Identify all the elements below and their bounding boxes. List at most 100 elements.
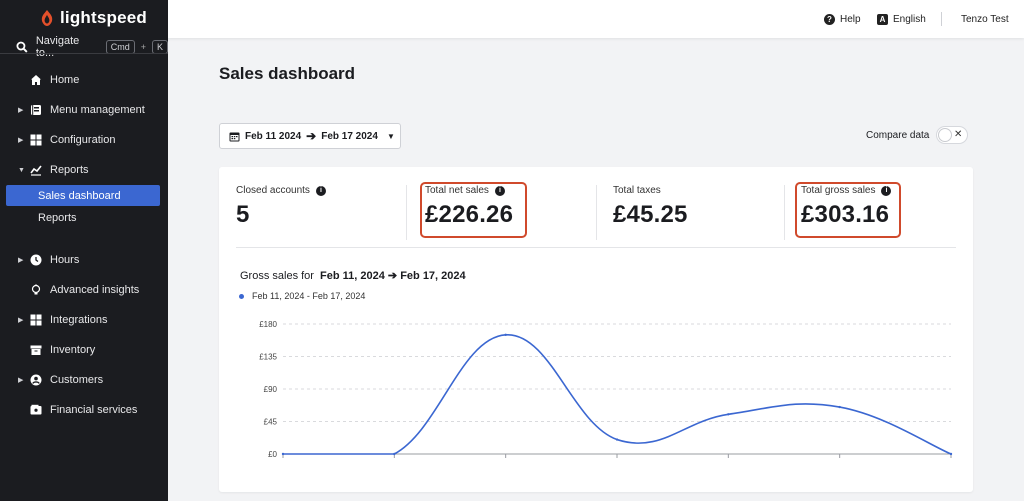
caret-right-icon: ▶ [18, 107, 24, 114]
sidebar-item-financial-services[interactable]: Financial services [0, 399, 168, 421]
caret-right-icon: ▶ [18, 377, 24, 384]
y-tick-label: £0 [268, 450, 277, 459]
language-button[interactable]: A English [877, 13, 926, 25]
metric-value: £303.16 [801, 201, 890, 228]
data-point[interactable] [281, 452, 285, 456]
data-point[interactable] [838, 405, 841, 409]
sidebar-item-hours[interactable]: ▶ Hours [0, 249, 168, 271]
sidebar-item-customers[interactable]: ▶ Customers [0, 369, 168, 391]
caret-right-icon: ▶ [18, 257, 24, 264]
metric-label-text: Total gross sales [801, 185, 876, 196]
navigate-search[interactable]: Navigate to... Cmd + K [0, 35, 168, 59]
chart-title: Gross sales for Feb 11, 2024 ➔ Feb 17, 2… [240, 269, 466, 282]
data-point[interactable] [393, 452, 396, 456]
plus-sign: + [140, 42, 146, 52]
data-point[interactable] [504, 333, 507, 337]
caret-right-icon: ▶ [18, 137, 24, 144]
data-point[interactable] [727, 413, 730, 416]
k-key: K [151, 40, 168, 54]
caret-down-icon: ▼ [18, 166, 25, 174]
sidebar-item-configuration[interactable]: ▶ Configuration [0, 129, 168, 151]
metric-separator [784, 185, 785, 240]
menu-book-icon [30, 104, 42, 116]
flame-icon [41, 10, 53, 26]
page-title: Sales dashboard [219, 64, 356, 83]
y-tick-label: £90 [264, 385, 278, 394]
metric-separator [596, 185, 597, 240]
box-icon [30, 344, 42, 356]
help-button[interactable]: ? Help [824, 13, 861, 25]
sidebar-subitem-label: Reports [38, 211, 77, 224]
info-icon[interactable]: i [881, 185, 892, 196]
compare-data: Compare data ✕ [866, 126, 969, 144]
sidebar-divider [0, 53, 168, 54]
sidebar-subitem-reports[interactable]: Reports [6, 207, 160, 228]
card-divider [236, 247, 956, 248]
legend-marker [239, 293, 244, 299]
calendar-icon [229, 132, 240, 141]
caret-right-icon: ▶ [18, 317, 24, 324]
sidebar-item-label: Inventory [50, 344, 96, 356]
arrow-right-icon: ➔ [387, 270, 398, 282]
metric-label: Closed accounts i [236, 185, 326, 196]
series-line [282, 334, 952, 455]
metric-label: Total taxes [613, 185, 688, 196]
sidebar-item-menu-management[interactable]: ▶ Menu management [0, 99, 168, 121]
y-tick-label: £45 [264, 418, 278, 427]
sidebar-item-advanced-insights[interactable]: Advanced insights [0, 279, 168, 301]
sidebar-subitem-label: Sales dashboard [38, 189, 121, 202]
sidebar-item-home[interactable]: Home [0, 69, 168, 91]
toggle-knob [938, 128, 953, 142]
metric-closed-accounts: Closed accounts i 5 [236, 185, 326, 229]
metric-total-net-sales: Total net sales i £226.26 [425, 185, 513, 229]
sidebar: lightspeed Navigate to... Cmd + K Home ▶… [0, 0, 168, 501]
metric-value: 5 [236, 201, 250, 228]
metric-total-taxes: Total taxes £45.25 [613, 185, 688, 229]
top-bar: ? Help A English Tenzo Test [168, 0, 1024, 38]
brand-logo[interactable]: lightspeed [0, 0, 168, 36]
sales-card: Closed accounts i 5 Total net sales i £2… [219, 167, 973, 492]
metric-label-text: Total net sales [425, 185, 489, 196]
y-tick-label: £180 [259, 320, 277, 329]
language-label: English [893, 13, 926, 25]
sidebar-item-label: Hours [50, 254, 80, 266]
help-icon: ? [824, 13, 835, 25]
compare-toggle[interactable]: ✕ [936, 126, 969, 144]
metric-value: £45.25 [613, 201, 688, 228]
data-point[interactable] [615, 438, 619, 441]
metric-label: Total net sales i [425, 185, 513, 196]
gross-sales-chart: £0 £45 £90 £135 £180 [259, 320, 953, 459]
sidebar-item-label: Menu management [50, 104, 145, 116]
help-label: Help [840, 13, 861, 25]
topbar-separator [941, 12, 942, 26]
data-point[interactable] [949, 452, 953, 456]
grid-icon [30, 314, 42, 326]
clock-icon [30, 254, 42, 266]
compare-label: Compare data [866, 129, 930, 141]
chart-title-prefix: Gross sales for [240, 270, 314, 282]
sidebar-item-label: Customers [50, 374, 104, 386]
chart-line-icon [30, 164, 42, 176]
sidebar-item-label: Advanced insights [50, 284, 140, 296]
user-icon [30, 374, 42, 386]
metric-total-gross-sales: Total gross sales i £303.16 [801, 185, 892, 229]
sidebar-item-label: Integrations [50, 314, 108, 326]
chart-title-end: Feb 17, 2024 [400, 270, 466, 282]
date-end: Feb 17 2024 [321, 130, 378, 142]
sidebar-item-label: Financial services [50, 404, 138, 416]
sidebar-item-inventory[interactable]: Inventory [0, 339, 168, 361]
sidebar-subitem-sales-dashboard[interactable]: Sales dashboard [6, 185, 160, 206]
close-icon: ✕ [953, 129, 963, 140]
sidebar-item-integrations[interactable]: ▶ Integrations [0, 309, 168, 331]
info-icon[interactable]: i [315, 185, 326, 196]
brand-name: lightspeed [60, 8, 148, 27]
date-range-picker[interactable]: Feb 11 2024 ➔ Feb 17 2024 ▼ [219, 123, 401, 149]
user-menu[interactable]: Tenzo Test [961, 14, 1009, 25]
wallet-icon [30, 404, 42, 416]
user-name: Tenzo Test [961, 13, 1009, 25]
cmd-key: Cmd [105, 40, 135, 54]
legend-label: Feb 11, 2024 - Feb 17, 2024 [252, 291, 366, 301]
sidebar-item-reports[interactable]: ▼ Reports [0, 159, 168, 181]
lightbulb-icon [30, 284, 42, 296]
info-icon[interactable]: i [494, 185, 505, 196]
